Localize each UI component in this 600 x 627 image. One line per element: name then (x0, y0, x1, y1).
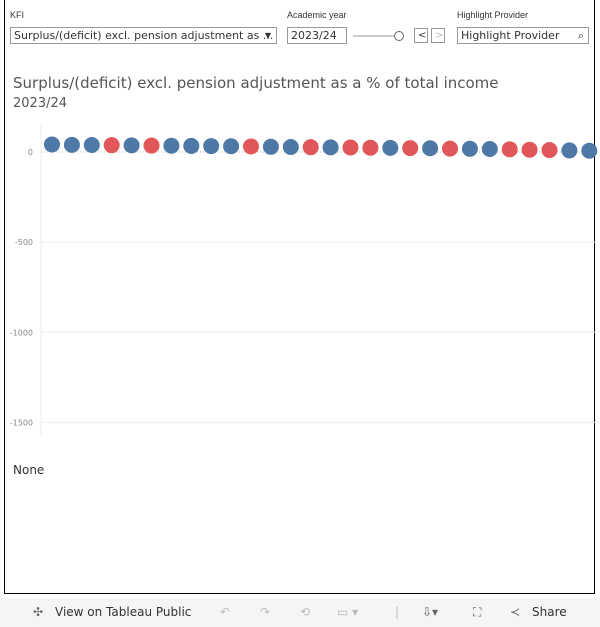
data-point (461, 140, 478, 157)
data-point (223, 138, 240, 155)
tableau-icon: ✣ (33, 605, 44, 619)
download-icon[interactable]: ⇩▾ (422, 605, 438, 619)
data-point (302, 139, 319, 156)
data-point (63, 136, 80, 153)
data-point (123, 137, 140, 154)
data-point (183, 137, 200, 154)
data-point (83, 137, 100, 154)
data-point (581, 142, 598, 159)
y-tick-label: 0 (28, 148, 33, 157)
data-point (163, 137, 180, 154)
data-point (442, 140, 458, 157)
divider: | (395, 605, 400, 619)
undo-icon[interactable]: ↶ (220, 605, 230, 619)
data-point (521, 141, 538, 158)
data-point (501, 141, 518, 158)
refresh-icon[interactable]: ▭ ▾ (337, 605, 358, 619)
none-label: None (13, 463, 45, 477)
data-point (362, 139, 379, 156)
data-point (422, 140, 439, 157)
data-point (481, 140, 498, 157)
data-point (541, 142, 558, 159)
view-on-tableau-link[interactable]: View on Tableau Public (55, 605, 191, 619)
data-point (561, 142, 578, 159)
data-point (322, 139, 339, 156)
data-point (243, 138, 259, 155)
share-button[interactable]: Share (532, 605, 567, 619)
scatter-chart: 0 -500 -1000 -1500 (10, 125, 598, 435)
toolbar: ✣ View on Tableau Public ↶ ↷ ⟲ ▭ ▾ | ⇩▾ … (0, 598, 600, 627)
data-point (402, 140, 419, 157)
share-icon[interactable]: ≺ (510, 605, 520, 619)
data-point (342, 139, 359, 156)
redo-icon[interactable]: ↷ (260, 605, 270, 619)
data-point (203, 138, 220, 155)
data-point (143, 137, 160, 154)
data-point (262, 138, 279, 155)
y-tick-label: -1000 (10, 328, 33, 337)
data-point (44, 136, 60, 153)
y-tick-label: -1500 (10, 418, 33, 427)
y-tick-label: -500 (15, 238, 33, 247)
data-point (382, 139, 399, 156)
data-point (282, 138, 299, 155)
revert-icon[interactable]: ⟲ (300, 605, 310, 619)
data-point (103, 137, 120, 154)
fullscreen-icon[interactable]: ⛶ (473, 605, 481, 620)
